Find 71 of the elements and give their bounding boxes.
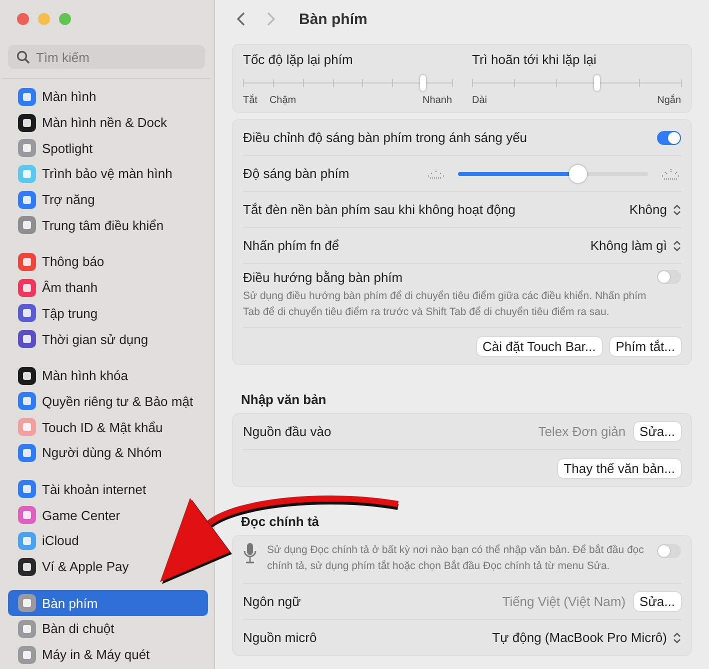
- sidebar-item[interactable]: Máy in & Máy quét: [8, 642, 158, 668]
- sidebar-item[interactable]: Tài khoản internet: [8, 476, 154, 502]
- popup-button[interactable]: Tự động (MacBook Pro Micrô): [492, 630, 681, 645]
- sidebar-item[interactable]: Trợ năng: [8, 186, 103, 212]
- button[interactable]: Thay thế văn bản...: [558, 458, 681, 478]
- sidebar-item[interactable]: Touch ID & Mật khẩu: [8, 414, 171, 440]
- microphone-icon: [243, 542, 257, 564]
- setting-label: Ngôn ngữ: [243, 594, 301, 609]
- sidebar-item[interactable]: Màn hình nền & Dock: [8, 110, 176, 136]
- sidebar-item[interactable]: Trung tâm điều khiển: [8, 212, 172, 238]
- button[interactable]: Phím tắt...: [610, 336, 681, 356]
- setting-label: Trì hoãn tới khi lặp lại: [472, 52, 598, 67]
- sidebar-item[interactable]: Màn hình khóa: [8, 362, 136, 389]
- button[interactable]: Cài đặt Touch Bar...: [476, 336, 602, 356]
- popup-button[interactable]: Không: [629, 202, 681, 217]
- back-icon: [235, 11, 247, 27]
- sidebar-item[interactable]: Thông báo: [8, 249, 112, 275]
- scale-label: Tắt: [243, 95, 258, 106]
- setting-label: Độ sáng bàn phím: [243, 166, 350, 181]
- window-control-button[interactable]: [38, 13, 50, 25]
- setting-label: Điều hướng bằng bàn phím: [243, 270, 404, 285]
- section-heading: Đọc chính tả: [241, 514, 320, 529]
- setting-label: Nguồn đầu vào: [243, 424, 332, 439]
- popup-button[interactable]: Không làm gì: [590, 238, 681, 253]
- chevron-updown-icon: [673, 632, 681, 644]
- section-heading: Nhập văn bản: [241, 392, 328, 407]
- sidebar-item[interactable]: Thời gian sử dụng: [8, 326, 156, 352]
- scale-label: Nhanh: [422, 95, 452, 106]
- scale-label: Dài: [472, 95, 488, 106]
- sidebar-item[interactable]: Bàn di chuột: [8, 616, 122, 642]
- setting-label: Nguồn micrô: [243, 630, 317, 645]
- button[interactable]: Sửa...: [634, 592, 681, 611]
- sidebar-item[interactable]: Người dùng & Nhóm: [8, 440, 170, 466]
- toggle-switch[interactable]: [657, 270, 681, 284]
- setting-label: Tắt đèn nền bàn phím sau khi không hoạt động: [243, 202, 516, 217]
- scale-label: Ngắn: [657, 95, 681, 106]
- scale-label: Chậm: [269, 95, 296, 106]
- slider-thumb[interactable]: [568, 164, 587, 182]
- forward-icon: [265, 11, 277, 27]
- brightness-high-icon: [661, 166, 681, 180]
- slider-track[interactable]: [472, 75, 681, 91]
- slider-track[interactable]: [458, 164, 648, 182]
- chevron-updown-icon: [673, 240, 681, 252]
- sidebar-item[interactable]: Tập trung: [8, 300, 106, 326]
- slider-thumb[interactable]: [420, 75, 426, 91]
- setting-label: Điều chỉnh độ sáng bàn phím trong ánh sáng yếu: [243, 130, 528, 145]
- sidebar-item[interactable]: Ví & Apple Pay: [8, 554, 137, 580]
- window-control-button[interactable]: [59, 13, 71, 25]
- setting-label: Tốc độ lặp lại phím: [243, 52, 354, 67]
- sidebar-item[interactable]: Quyền riêng tư & Bảo mật: [8, 388, 202, 414]
- window-control-button[interactable]: [17, 13, 29, 25]
- sidebar-item[interactable]: Game Center: [8, 502, 128, 528]
- setting-label: Nhấn phím fn để: [243, 238, 340, 253]
- sidebar-item[interactable]: iCloud: [8, 528, 87, 554]
- sidebar-item[interactable]: Màn hình: [8, 84, 104, 110]
- setting-value: Tiếng Việt (Việt Nam): [502, 594, 626, 609]
- sidebar-item[interactable]: Trình bảo vệ màn hình: [8, 161, 180, 187]
- setting-value: Telex Đơn giản: [538, 424, 626, 439]
- sidebar-item[interactable]: Âm thanh: [8, 274, 106, 300]
- toggle-switch[interactable]: [657, 544, 681, 558]
- search-field[interactable]: Tìm kiếm: [8, 45, 205, 69]
- setting-description: Sử dụng Đọc chính tả ở bất kỳ nơi nào bạn có thể nhập văn bản. Để bắt đầu đọc chính tả, sử dụng phím tắt hoặc chọn Bắt đầu Đọc chính tả từ menu Sửa.: [267, 542, 645, 574]
- page-title: Bàn phím: [299, 10, 368, 28]
- sidebar-item[interactable]: Spotlight: [8, 135, 101, 162]
- slider-track[interactable]: [243, 75, 452, 91]
- setting-description: Sử dụng điều hướng bàn phím để di chuyển tiêu điểm giữa các điều khiển. Nhấn phím Tab để di chuyển tiêu điểm ra trước và Shift Tab để di chuyển tiêu điểm ra sau.: [243, 289, 648, 320]
- button[interactable]: Sửa...: [634, 422, 681, 441]
- chevron-updown-icon: [673, 204, 681, 216]
- slider-thumb[interactable]: [594, 75, 600, 91]
- toggle-switch[interactable]: [657, 130, 681, 144]
- sidebar-item[interactable]: Bàn phím: [8, 590, 208, 616]
